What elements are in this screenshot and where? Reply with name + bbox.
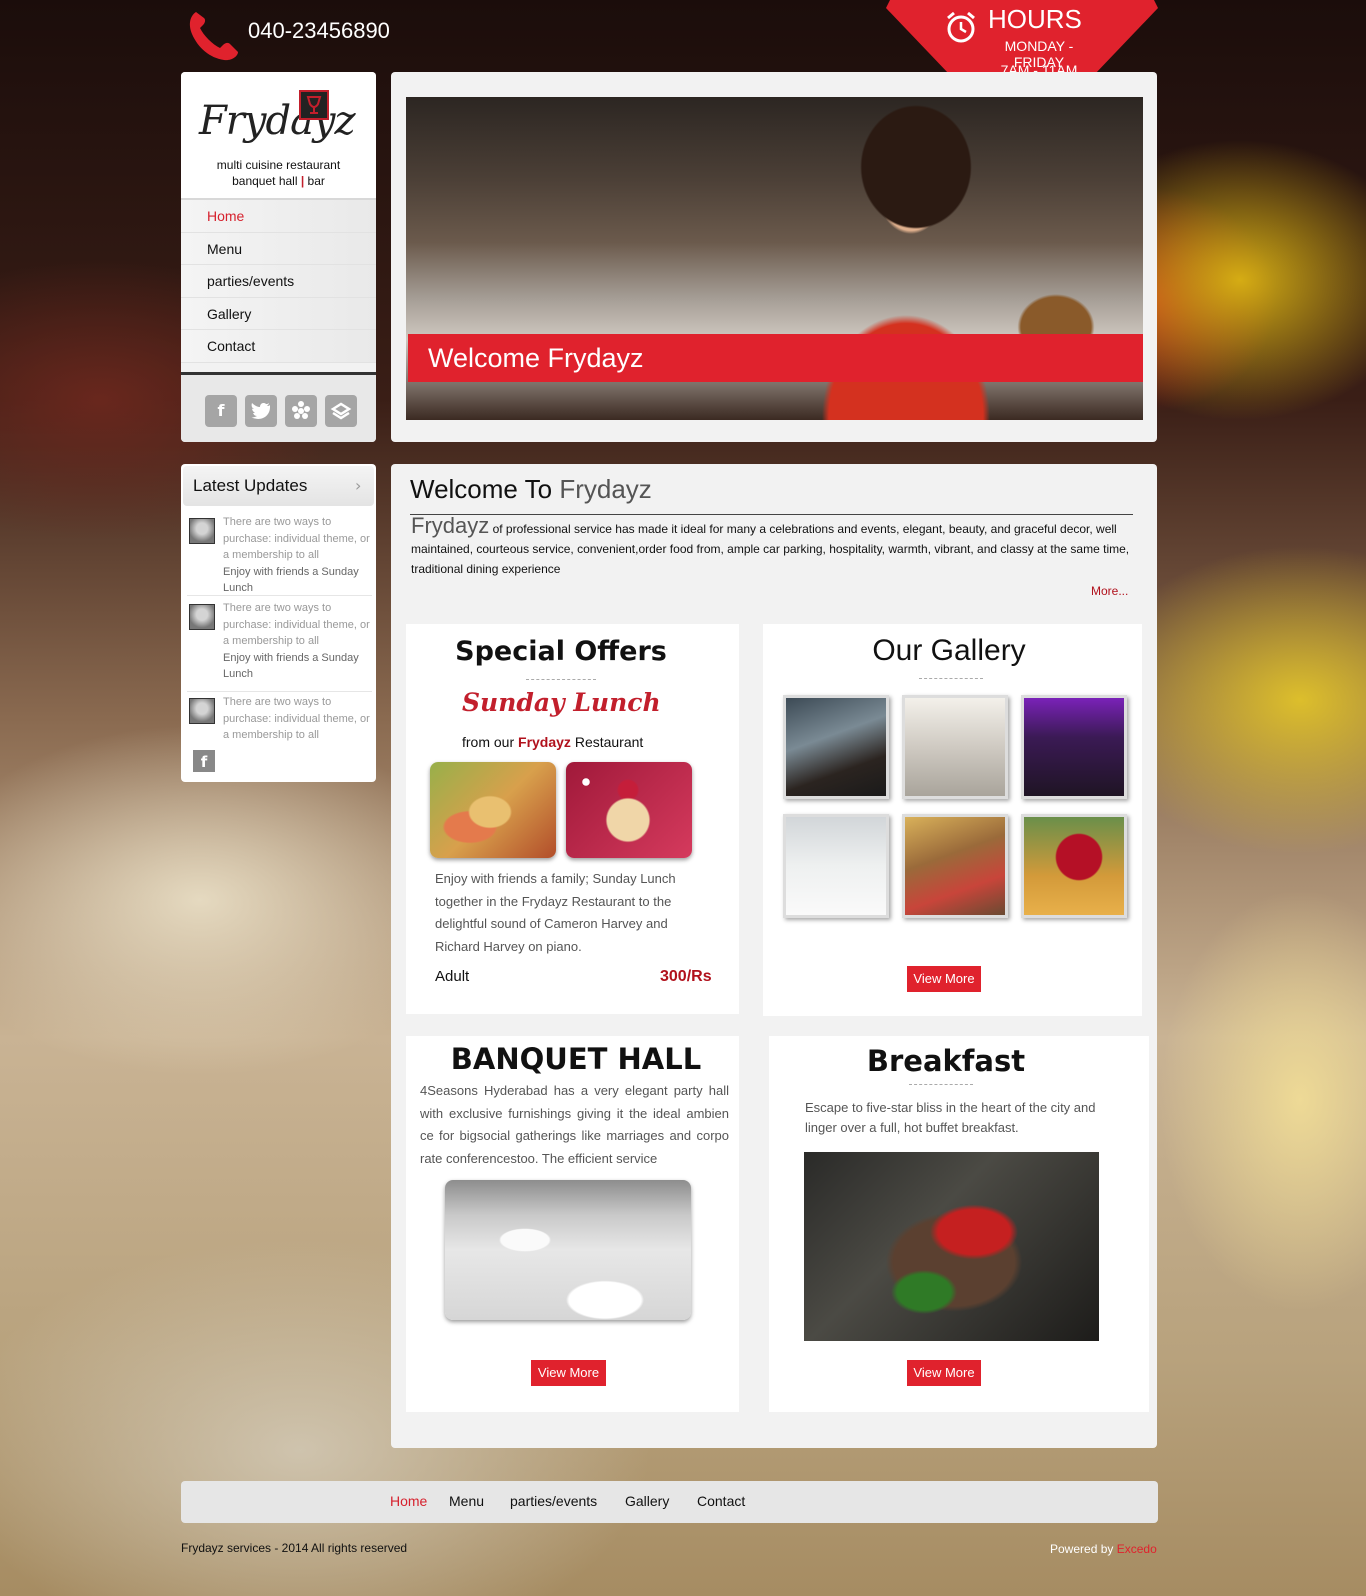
- powered-by-label: Powered by: [1050, 1542, 1114, 1556]
- banquet-hall-card: BANQUET HALL 4Seasons Hyderabad has a ve…: [406, 1036, 739, 1412]
- update-text: There are two ways to purchase: individu…: [223, 514, 375, 597]
- price-value: 300/Rs: [660, 968, 712, 985]
- update-text-main: There are two ways to purchase: individu…: [223, 516, 370, 561]
- update-text-extra: Enjoy with friends a Sunday Lunch: [223, 651, 359, 681]
- footer-nav: Home Menu parties/events Gallery Contact: [181, 1481, 1158, 1523]
- gallery-thumb[interactable]: [783, 814, 889, 918]
- hero-slider: Welcome Frydayz: [391, 72, 1157, 442]
- update-text: There are two ways to purchase: individu…: [223, 600, 375, 683]
- chevron-right-icon[interactable]: ›: [355, 476, 361, 495]
- nav-home[interactable]: Home: [181, 200, 376, 233]
- breakfast-description: Escape to five-star bliss in the heart o…: [805, 1100, 1096, 1135]
- gallery-thumb[interactable]: [783, 695, 889, 799]
- logo[interactable]: Frydayz multi cuisine restaurant banquet…: [181, 72, 376, 200]
- intro-brand: Frydayz: [411, 513, 490, 538]
- welcome-heading: Welcome To Frydayz: [410, 474, 652, 505]
- gallery-card: Our Gallery View More: [763, 624, 1142, 1016]
- banquet-view-more-button[interactable]: View More: [531, 1360, 606, 1386]
- special-offers-from: from our Frydayz Restaurant: [462, 734, 643, 750]
- nav-gallery[interactable]: Gallery: [181, 297, 376, 330]
- nav-contact[interactable]: Contact: [181, 330, 376, 363]
- welcome-heading-a: Welcome To: [410, 474, 553, 504]
- yelp-icon[interactable]: [285, 395, 317, 427]
- footer-nav-menu[interactable]: Menu: [449, 1493, 484, 1509]
- logo-tagline: multi cuisine restaurant: [216, 158, 341, 172]
- welcome-intro: Frydayz of professional service has made…: [411, 513, 1131, 579]
- price-label: Adult: [435, 968, 470, 985]
- footer-nav-parties-events[interactable]: parties/events: [510, 1493, 597, 1509]
- breakfast-title: Breakfast: [866, 1044, 1026, 1078]
- divider: [909, 1084, 973, 1085]
- nav-parties-events[interactable]: parties/events: [181, 265, 376, 298]
- logo-wordmark: Frydayz: [199, 98, 356, 144]
- banquet-hall-title: BANQUET HALL: [450, 1042, 702, 1076]
- footer-nav-contact[interactable]: Contact: [697, 1493, 745, 1509]
- gallery-title: Our Gallery: [872, 634, 1026, 667]
- food-photo: [430, 762, 556, 858]
- logo-tagline-bar: bar: [307, 174, 325, 188]
- gallery-thumb[interactable]: [902, 814, 1008, 918]
- main-nav: Home Menu parties/events Gallery Contact: [181, 200, 376, 363]
- sidebar: Frydayz multi cuisine restaurant banquet…: [181, 72, 376, 442]
- special-offers-title: Special Offers: [455, 636, 667, 667]
- content-panel: Welcome To Frydayz Frydayz of profession…: [391, 464, 1157, 1448]
- heading-divider: [410, 514, 1133, 515]
- twitter-icon[interactable]: [245, 395, 277, 427]
- facebook-icon[interactable]: f: [205, 395, 237, 427]
- special-offers-subtitle: Sunday Lunch: [462, 688, 661, 717]
- divider: [526, 679, 596, 680]
- alarm-clock-icon: [944, 10, 978, 44]
- avatar: [189, 698, 215, 724]
- foursquare-icon[interactable]: [325, 395, 357, 427]
- footer-nav-gallery[interactable]: Gallery: [625, 1493, 669, 1509]
- gallery-thumb[interactable]: [1021, 814, 1127, 918]
- logo-tagline-2: banquet hall | bar: [181, 174, 376, 188]
- copyright: Frydayz services - 2014 All rights reser…: [181, 1541, 408, 1555]
- logo-tagline-banquet: banquet hall: [232, 174, 298, 188]
- hours-title: HOURS: [988, 4, 1082, 34]
- gallery-thumb[interactable]: [902, 695, 1008, 799]
- divider: [919, 678, 983, 679]
- latest-updates-header[interactable]: Latest Updates ›: [183, 466, 374, 506]
- breakfast-card: Breakfast Escape to five-star bliss in t…: [769, 1036, 1149, 1412]
- nav-menu[interactable]: Menu: [181, 232, 376, 265]
- phone-number[interactable]: 040-23456890: [248, 18, 390, 44]
- list-item[interactable]: There are two ways to purchase: individu…: [187, 600, 372, 692]
- footer-nav-home[interactable]: Home: [390, 1493, 427, 1509]
- gallery-view-more-button[interactable]: View More: [907, 966, 981, 992]
- more-link[interactable]: More...: [1091, 584, 1128, 598]
- logo-tagline-separator: |: [300, 174, 305, 188]
- list-item[interactable]: There are two ways to purchase: individu…: [187, 694, 372, 748]
- breakfast-photo: [804, 1152, 1099, 1341]
- facebook-icon[interactable]: f: [193, 750, 215, 772]
- update-text: There are two ways to purchase: individu…: [223, 694, 375, 744]
- from-brand: Frydayz: [518, 734, 571, 750]
- update-text-main: There are two ways to purchase: individu…: [223, 696, 370, 741]
- hero-image[interactable]: Welcome Frydayz: [406, 97, 1143, 420]
- update-text-extra: Enjoy with friends a Sunday Lunch: [223, 565, 359, 595]
- wine-glass-icon: [299, 90, 329, 120]
- update-text-main: There are two ways to purchase: individu…: [223, 602, 370, 647]
- powered-by-link[interactable]: Excedo: [1117, 1542, 1157, 1556]
- hero-caption: Welcome Frydayz: [408, 334, 1143, 382]
- banquet-hall-photo: [445, 1180, 691, 1320]
- from-restaurant: Restaurant: [574, 734, 644, 750]
- phone-icon: [186, 6, 242, 62]
- cupcake-photo: [566, 762, 692, 858]
- latest-updates-title: Latest Updates: [193, 476, 308, 495]
- gallery-thumb[interactable]: [1021, 695, 1127, 799]
- intro-body: of professional service has made it idea…: [411, 522, 1130, 576]
- avatar: [189, 518, 215, 544]
- latest-updates: Latest Updates › There are two ways to p…: [181, 464, 376, 782]
- special-offers-description: Enjoy with friends a family; Sunday Lunc…: [435, 871, 676, 954]
- from-text: from our: [462, 734, 515, 750]
- breakfast-view-more-button[interactable]: View More: [907, 1360, 981, 1386]
- special-offers-card: Special Offers Sunday Lunch from our Fry…: [406, 624, 739, 1014]
- banquet-hall-description: 4Seasons Hyderabad has a very elegant pa…: [420, 1083, 729, 1166]
- social-links: f: [181, 372, 376, 442]
- list-item[interactable]: There are two ways to purchase: individu…: [187, 514, 372, 596]
- welcome-heading-b: Frydayz: [559, 474, 652, 504]
- powered-by: Powered by Excedo: [1050, 1542, 1157, 1556]
- avatar: [189, 604, 215, 630]
